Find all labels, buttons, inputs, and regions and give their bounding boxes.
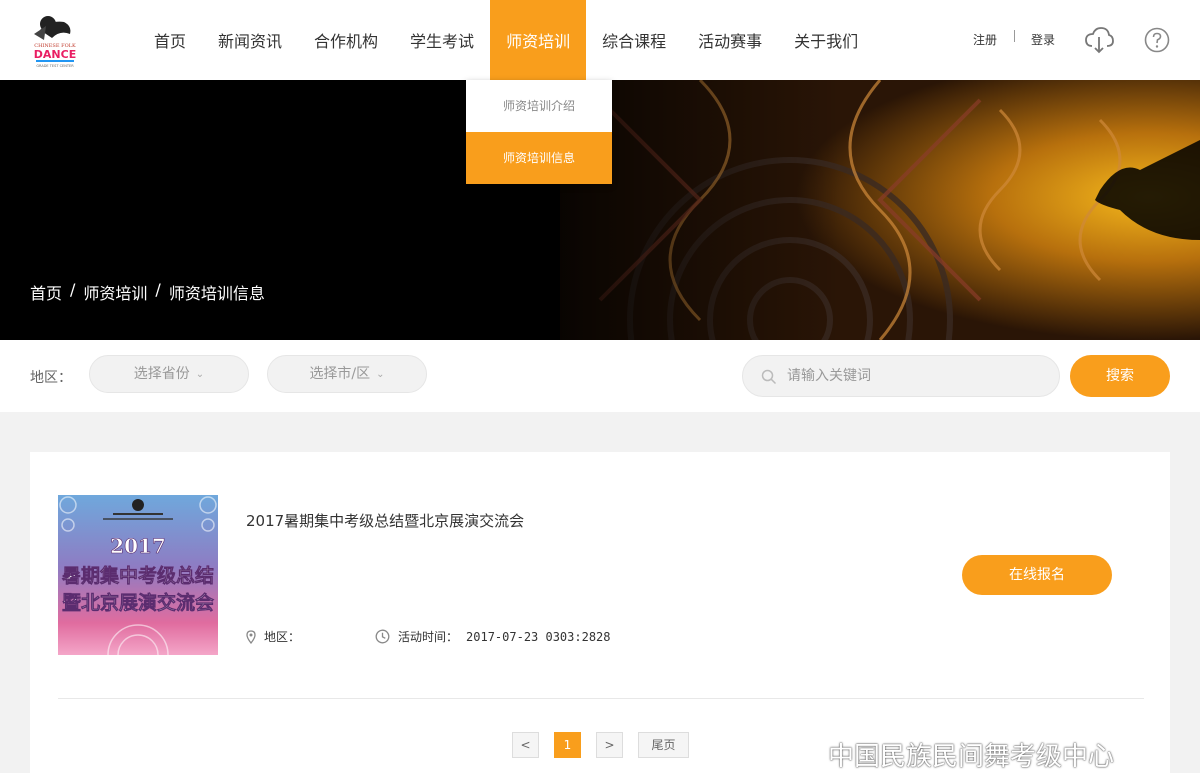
breadcrumb-separator: / bbox=[155, 280, 161, 299]
event-time: 活动时间： 2017-07-23 0303:2828 bbox=[375, 628, 611, 645]
clock-icon bbox=[375, 629, 390, 644]
svg-text:GRADE TEST CENTER: GRADE TEST CENTER bbox=[36, 64, 74, 68]
online-signup-button[interactable]: 在线报名 bbox=[962, 555, 1112, 595]
site-logo[interactable]: CHINESE FOLK DANCE GRADE TEST CENTER bbox=[30, 12, 80, 70]
province-select[interactable]: 选择省份 ⌄ bbox=[89, 355, 249, 393]
nav-item-home[interactable]: 首页 bbox=[138, 0, 202, 80]
time-meta-value: 2017-07-23 0303:2828 bbox=[466, 629, 611, 644]
nav-item-partners[interactable]: 合作机构 bbox=[298, 0, 394, 80]
wechat-watermark: 中国民族民间舞考级中心 bbox=[776, 736, 1114, 773]
pagination-next-button[interactable]: > bbox=[596, 732, 623, 758]
chevron-down-icon: ⌄ bbox=[376, 369, 385, 380]
event-poster-image: 2017 暑期集中考级总结 暨北京展演交流会 bbox=[58, 495, 218, 655]
nav-item-courses[interactable]: 综合课程 bbox=[586, 0, 682, 80]
pagination-page-1[interactable]: 1 bbox=[554, 732, 581, 758]
chevron-down-icon: ⌄ bbox=[195, 369, 205, 380]
training-list-card: 2017 暑期集中考级总结 暨北京展演交流会 2017暑期集中考级总结暨北京展演… bbox=[30, 452, 1170, 773]
submenu-item-info[interactable]: 师资培训信息 bbox=[466, 132, 612, 184]
event-region: 地区： bbox=[246, 628, 308, 645]
region-meta-label: 地区： bbox=[264, 630, 301, 644]
breadcrumb: 首页 / 师资培训 / 师资培训信息 bbox=[30, 280, 265, 304]
filter-bar: 地区： 选择省份 ⌄ 选择市/区 ⌄ 搜索 bbox=[0, 340, 1200, 412]
nav-item-events[interactable]: 活动赛事 bbox=[682, 0, 778, 80]
event-thumbnail[interactable]: 2017 暑期集中考级总结 暨北京展演交流会 bbox=[58, 495, 218, 655]
cloud-download-icon[interactable] bbox=[1084, 26, 1114, 54]
search-button[interactable]: 搜索 bbox=[1070, 355, 1170, 397]
svg-text:DANCE: DANCE bbox=[34, 48, 76, 61]
submenu-item-intro[interactable]: 师资培训介绍 bbox=[466, 80, 612, 132]
map-pin-icon bbox=[246, 629, 256, 644]
wechat-icon bbox=[777, 740, 819, 769]
nav-item-news[interactable]: 新闻资讯 bbox=[202, 0, 298, 80]
site-header: CHINESE FOLK DANCE GRADE TEST CENTER 首页 … bbox=[0, 0, 1200, 80]
breadcrumb-teacher-training[interactable]: 师资培训 bbox=[83, 280, 147, 304]
breadcrumb-home[interactable]: 首页 bbox=[30, 280, 62, 304]
list-divider bbox=[58, 698, 1144, 699]
search-input[interactable] bbox=[787, 364, 1037, 388]
question-circle-icon[interactable] bbox=[1144, 27, 1170, 53]
register-link[interactable]: 注册 bbox=[973, 31, 997, 48]
poster-year: 2017 bbox=[110, 534, 166, 558]
province-select-value: 选择省份 bbox=[133, 366, 190, 382]
pagination-last-button[interactable]: 尾页 bbox=[638, 732, 689, 758]
login-link[interactable]: 登录 bbox=[1031, 31, 1055, 48]
region-label: 地区： bbox=[30, 370, 72, 386]
breadcrumb-separator: / bbox=[70, 280, 76, 299]
city-select-value: 选择市/区 bbox=[309, 366, 371, 382]
search-icon bbox=[761, 369, 777, 385]
header-divider bbox=[1014, 30, 1015, 42]
nav-item-student-exam[interactable]: 学生考试 bbox=[394, 0, 490, 80]
nav-item-about[interactable]: 关于我们 bbox=[778, 0, 874, 80]
pagination-prev-button[interactable]: < bbox=[512, 732, 539, 758]
teacher-training-submenu: 师资培训介绍 师资培训信息 bbox=[466, 80, 612, 184]
poster-line-2: 暨北京展演交流会 bbox=[62, 591, 214, 614]
nav-item-teacher-training[interactable]: 师资培训 bbox=[490, 0, 587, 80]
main-nav: 首页 新闻资讯 合作机构 学生考试 师资培训 综合课程 活动赛事 关于我们 bbox=[138, 0, 874, 80]
poster-line-1: 暑期集中考级总结 bbox=[62, 564, 214, 587]
city-select[interactable]: 选择市/区 ⌄ bbox=[267, 355, 427, 393]
time-meta-label: 活动时间： bbox=[398, 630, 459, 644]
event-title[interactable]: 2017暑期集中考级总结暨北京展演交流会 bbox=[246, 510, 524, 531]
search-box bbox=[742, 355, 1060, 397]
watermark-text: 中国民族民间舞考级中心 bbox=[828, 742, 1115, 772]
breadcrumb-current: 师资培训信息 bbox=[168, 284, 265, 303]
